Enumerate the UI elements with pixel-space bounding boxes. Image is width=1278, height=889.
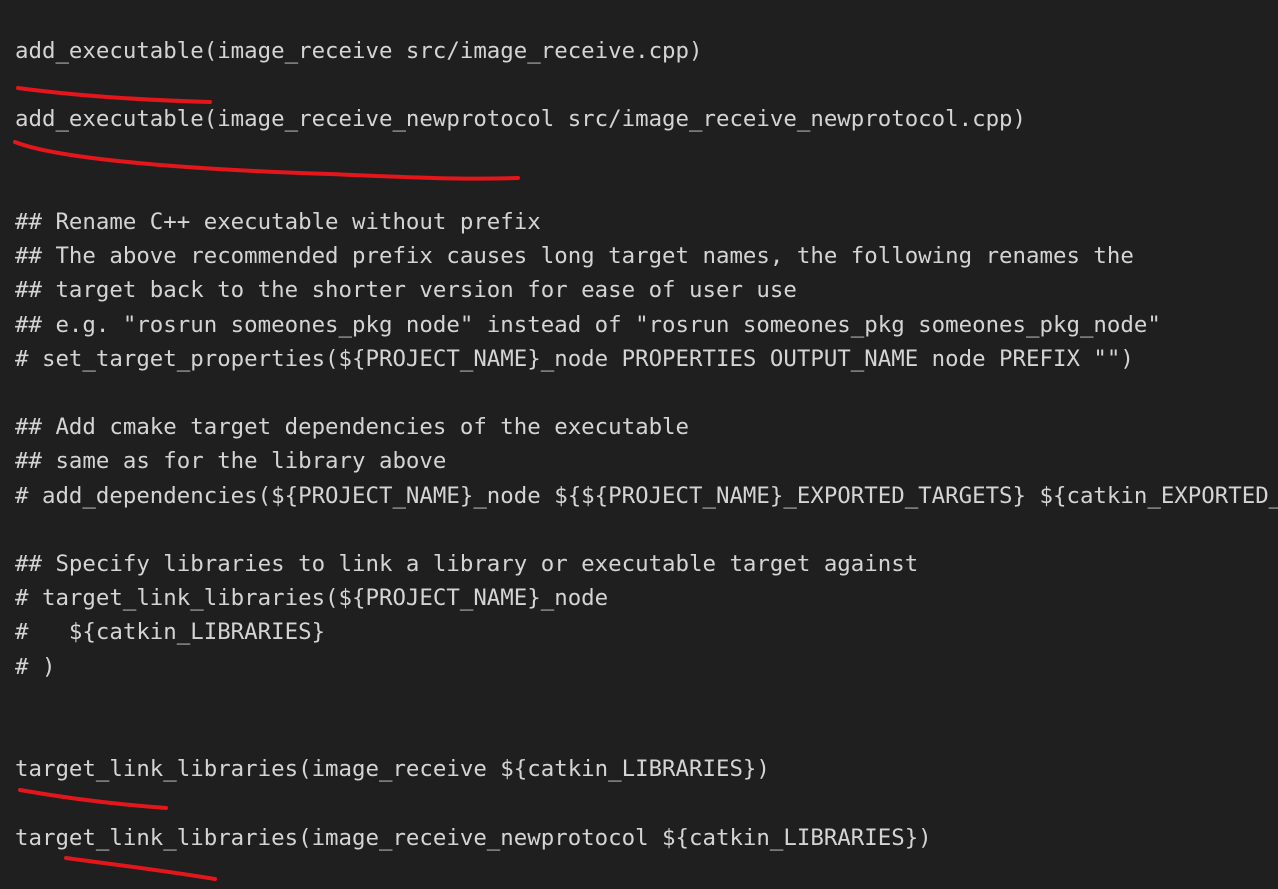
code-line-comment[interactable]: ## The above recommended prefix causes l… (15, 241, 1134, 271)
red-underline-annotation (64, 856, 217, 881)
code-line-comment[interactable]: ## target back to the shorter version fo… (15, 275, 797, 305)
code-line-comment[interactable]: # target_link_libraries(${PROJECT_NAME}_… (15, 583, 608, 613)
code-line-comment[interactable]: ## same as for the library above (15, 446, 446, 476)
code-line-comment[interactable]: # ${catkin_LIBRARIES} (15, 617, 325, 647)
code-line-target-link-newprotocol[interactable]: target_link_libraries(image_receive_newp… (15, 823, 932, 853)
code-line-comment[interactable]: ## Add cmake target dependencies of the … (15, 412, 689, 442)
code-line-comment[interactable]: ## Specify libraries to link a library o… (15, 549, 918, 579)
code-line-comment[interactable]: ## e.g. "rosrun someones_pkg node" inste… (15, 310, 1161, 340)
code-line-comment[interactable]: # add_dependencies(${PROJECT_NAME}_node … (15, 481, 1278, 511)
red-underline-annotation (13, 140, 520, 181)
code-line-comment[interactable]: # ) (15, 652, 55, 682)
code-line-target-link-image-receive[interactable]: target_link_libraries(image_receive ${ca… (15, 754, 770, 784)
code-line-add-executable-newprotocol[interactable]: add_executable(image_receive_newprotocol… (15, 104, 1026, 134)
code-line-add-executable-image-receive[interactable]: add_executable(image_receive src/image_r… (15, 36, 703, 66)
code-line-comment[interactable]: # set_target_properties(${PROJECT_NAME}_… (15, 344, 1134, 374)
red-underline-annotation (16, 86, 212, 104)
code-editor[interactable]: add_executable(image_receive src/image_r… (0, 0, 1278, 889)
red-underline-annotation (18, 788, 168, 810)
code-line-comment[interactable]: ## Rename C++ executable without prefix (15, 207, 541, 237)
